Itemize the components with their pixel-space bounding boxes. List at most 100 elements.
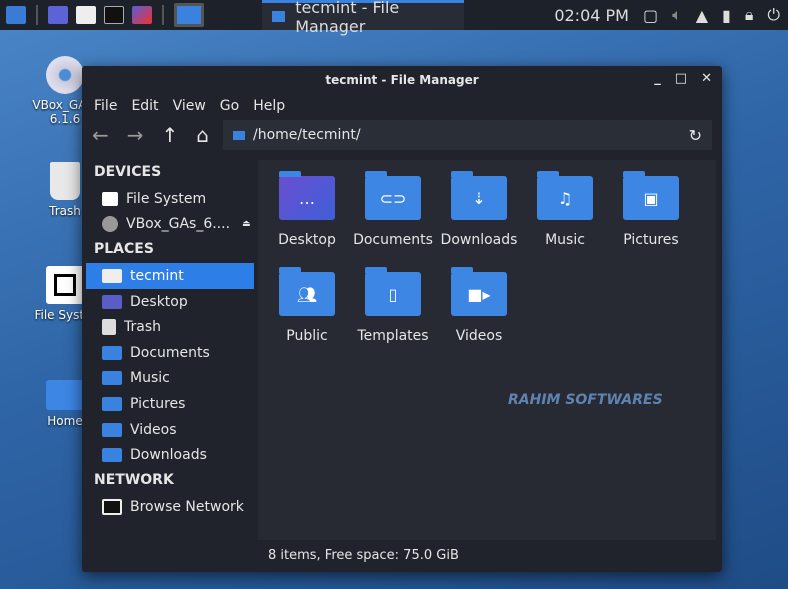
sidebar-item-desktop[interactable]: Desktop xyxy=(86,289,254,315)
menu-launcher-icon[interactable] xyxy=(6,6,26,24)
eject-icon[interactable]: ⏏ xyxy=(242,219,251,229)
trash-icon xyxy=(102,319,116,336)
file-item-documents[interactable]: ⊂⊃ Documents xyxy=(350,171,436,270)
workspace-icon[interactable] xyxy=(174,3,204,27)
sidebar-item-tecmint[interactable]: tecmint xyxy=(86,263,254,289)
drive-icon xyxy=(102,191,118,206)
sidebar-item-music[interactable]: Music xyxy=(86,366,254,392)
browser-launcher-icon[interactable] xyxy=(132,6,152,24)
sidebar-item-label: Videos xyxy=(130,421,177,438)
sidebar-item-browse-network[interactable]: Browse Network xyxy=(86,494,254,520)
sidebar-item-label: Music xyxy=(130,370,170,387)
sidebar-item-label: Documents xyxy=(130,344,210,361)
network-icon xyxy=(102,498,122,515)
show-desktop-icon[interactable] xyxy=(48,6,68,24)
file-label: Videos xyxy=(455,328,503,344)
desktop-folder-icon: … xyxy=(279,171,335,220)
up-button[interactable]: ↑ xyxy=(162,123,179,147)
folder-icon xyxy=(272,11,286,22)
sidebar: DEVICES File System VBox_GAs_6.... ⏏ PLAC… xyxy=(86,160,254,540)
menu-bar: File Edit View Go Help xyxy=(82,94,722,118)
sidebar-item-file-system[interactable]: File System xyxy=(86,186,254,212)
file-label: Public xyxy=(286,328,328,344)
sidebar-item-label: VBox_GAs_6.... xyxy=(126,216,231,233)
file-item-downloads[interactable]: ⇣ Downloads xyxy=(436,171,522,270)
folder-icon xyxy=(233,130,245,140)
file-label: Music xyxy=(545,232,585,248)
disc-icon xyxy=(46,56,84,94)
sidebar-header-network: NETWORK xyxy=(94,471,174,488)
drive-icon xyxy=(46,266,84,304)
close-button[interactable]: ✕ xyxy=(701,71,712,86)
sidebar-item-trash[interactable]: Trash xyxy=(86,314,254,340)
menu-help[interactable]: Help xyxy=(253,98,285,114)
trash-icon xyxy=(50,162,80,200)
videos-folder-icon: ■▸ xyxy=(451,267,507,316)
file-item-public[interactable]: 👥︎ Public xyxy=(264,267,350,366)
file-view: … Desktop ⊂⊃ Documents ⇣ Downloads ♫ Music ▣… xyxy=(258,160,716,540)
music-folder-icon: ♫ xyxy=(537,171,593,220)
minimize-button[interactable]: _ xyxy=(654,71,661,86)
downloads-folder-icon xyxy=(102,448,122,463)
watermark: RAHIM SOFTWARES xyxy=(508,392,663,408)
pictures-folder-icon: ▣ xyxy=(623,171,679,220)
status-text: 8 items, Free space: 75.0 GiB xyxy=(268,547,459,563)
lock-icon[interactable]: 🔒︎ xyxy=(745,5,754,25)
display-icon[interactable]: ▢ xyxy=(643,6,658,25)
public-folder-icon: 👥︎ xyxy=(279,267,335,316)
file-item-videos[interactable]: ■▸ Videos xyxy=(436,267,522,366)
file-manager-window: tecmint - File Manager _ □ ✕ File Edit V… xyxy=(82,66,722,572)
taskbar-item-file-manager[interactable]: tecmint - File Manager xyxy=(262,0,464,36)
menu-edit[interactable]: Edit xyxy=(131,98,158,114)
sidebar-item-label: File System xyxy=(126,190,207,207)
notification-bell-icon[interactable]: ▲ xyxy=(696,6,708,25)
documents-folder-icon xyxy=(102,345,122,360)
location-path[interactable]: /home/tecmint/ xyxy=(253,127,361,143)
back-button[interactable]: ← xyxy=(92,123,109,147)
volume-icon[interactable]: 🔈︎ xyxy=(672,5,682,25)
documents-folder-icon: ⊂⊃ xyxy=(365,171,421,220)
sidebar-item-vbox[interactable]: VBox_GAs_6.... ⏏ xyxy=(86,212,254,238)
forward-button[interactable]: → xyxy=(127,123,144,147)
file-item-templates[interactable]: ▯ Templates xyxy=(350,267,436,366)
sidebar-item-downloads[interactable]: Downloads xyxy=(86,442,254,468)
reload-icon[interactable]: ↻ xyxy=(689,126,702,145)
disc-icon xyxy=(102,216,118,233)
battery-icon[interactable]: ▮ xyxy=(722,6,731,25)
sidebar-item-label: Browse Network xyxy=(130,498,244,515)
sidebar-item-pictures[interactable]: Pictures xyxy=(86,391,254,417)
terminal-launcher-icon[interactable] xyxy=(104,6,124,24)
file-label: Pictures xyxy=(623,232,679,248)
desktop-icon xyxy=(102,294,122,309)
sidebar-item-documents[interactable]: Documents xyxy=(86,340,254,366)
separator xyxy=(36,5,38,25)
menu-file[interactable]: File xyxy=(94,98,117,114)
home-button[interactable]: ⌂ xyxy=(196,123,209,147)
videos-folder-icon xyxy=(102,422,122,437)
file-manager-launcher-icon[interactable] xyxy=(76,6,96,24)
sidebar-header-devices: DEVICES xyxy=(94,164,162,180)
title-bar[interactable]: tecmint - File Manager _ □ ✕ xyxy=(82,66,722,94)
sidebar-item-label: Downloads xyxy=(130,447,207,464)
menu-go[interactable]: Go xyxy=(220,98,239,114)
file-item-music[interactable]: ♫ Music xyxy=(522,171,608,270)
power-icon[interactable]: ⏻ xyxy=(767,5,780,25)
status-bar: 8 items, Free space: 75.0 GiB xyxy=(258,540,459,570)
sidebar-item-videos[interactable]: Videos xyxy=(86,417,254,443)
separator xyxy=(162,5,164,25)
sidebar-item-label: Trash xyxy=(124,319,161,336)
file-label: Desktop xyxy=(278,232,336,248)
sidebar-item-label: tecmint xyxy=(130,267,184,284)
file-item-desktop[interactable]: … Desktop xyxy=(264,171,350,270)
templates-folder-icon: ▯ xyxy=(365,267,421,316)
file-item-pictures[interactable]: ▣ Pictures xyxy=(608,171,694,270)
task-title: tecmint - File Manager xyxy=(295,0,400,36)
menu-view[interactable]: View xyxy=(173,98,206,114)
sidebar-item-label: Desktop xyxy=(130,293,188,310)
location-bar[interactable]: /home/tecmint/ ↻ xyxy=(223,120,712,150)
clock[interactable]: 02:04 PM xyxy=(554,6,629,25)
window-title: tecmint - File Manager xyxy=(325,73,479,87)
file-label: Downloads xyxy=(440,232,518,248)
file-label: Documents xyxy=(353,232,433,248)
maximize-button[interactable]: □ xyxy=(675,71,687,86)
